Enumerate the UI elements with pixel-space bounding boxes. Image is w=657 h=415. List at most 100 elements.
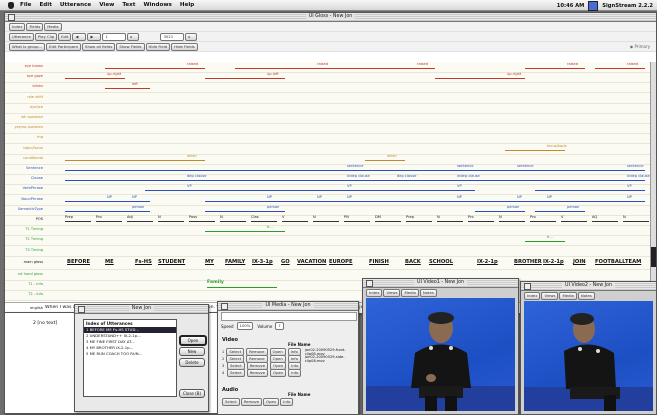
tier-label[interactable]: Sentence — [7, 166, 43, 170]
gloss-word[interactable]: Fs-HS — [135, 259, 152, 265]
pos-tag[interactable]: N — [437, 215, 440, 219]
gloss-window-titlebar[interactable]: UI Gloss - New Jon — [5, 13, 656, 22]
video2-frame[interactable] — [524, 301, 653, 411]
tier-segment-line[interactable] — [65, 200, 125, 202]
tier-label[interactable]: eye brows — [7, 64, 43, 68]
tier-segment-line[interactable] — [205, 200, 285, 202]
gloss-word[interactable]: BROTHER — [514, 259, 542, 265]
tier-label[interactable]: T1 Timing — [7, 227, 43, 231]
app-name[interactable]: SignStream 2.2.2 — [602, 3, 653, 9]
video1-index-button[interactable]: Index — [366, 289, 383, 297]
pos-tag[interactable]: N — [499, 215, 502, 219]
tier-segment-line[interactable] — [565, 200, 645, 202]
gloss-word[interactable]: JOIN — [573, 259, 586, 265]
delete-button[interactable]: Delete — [179, 358, 205, 367]
hide-fields-button[interactable]: Hide Fields — [171, 42, 198, 51]
media-close-box-icon[interactable] — [221, 303, 228, 310]
gloss-word[interactable]: IX-2-1p — [543, 259, 564, 265]
video1-views-button[interactable]: Views — [383, 289, 401, 297]
tier-segment-line[interactable] — [145, 190, 205, 192]
pos-tag[interactable]: V — [561, 215, 563, 219]
video2-media-button[interactable]: Media — [559, 292, 577, 300]
gloss-word[interactable]: TEAM — [625, 259, 641, 265]
tier-label[interactable]: rhq — [7, 135, 43, 139]
frame-field[interactable]: 1 — [102, 32, 127, 41]
video2-index-button[interactable]: Index — [524, 292, 541, 300]
apple-menu-icon[interactable] — [6, 1, 16, 10]
tier-segment-line[interactable] — [365, 159, 405, 161]
pos-tag[interactable]: DM — [375, 215, 381, 219]
video2-notes-button[interactable]: Notes — [577, 292, 595, 300]
pos-tag[interactable]: V — [282, 215, 284, 219]
close-button[interactable]: Close (B) — [179, 389, 205, 398]
tier-label[interactable]: conditional — [7, 156, 43, 160]
speed-field[interactable]: 100% — [236, 322, 254, 330]
tier-segment-line[interactable] — [285, 200, 335, 202]
step-button[interactable]: ▸ — [127, 32, 140, 41]
tier-label[interactable]: NounPhrase — [7, 197, 43, 201]
tier-segment-line[interactable] — [535, 210, 585, 212]
play-clip-button[interactable]: Play Clip — [34, 32, 58, 41]
tier-label[interactable]: wh question — [7, 115, 43, 119]
show-all-fields-button[interactable]: Show all fields — [82, 42, 116, 51]
index-titlebar[interactable]: New Jon — [75, 305, 208, 314]
audio-open-button[interactable]: Open — [263, 398, 280, 406]
pos-tag[interactable]: Pro — [530, 215, 536, 219]
tier-segment-line[interactable] — [475, 210, 525, 212]
menu-text[interactable]: Text — [122, 2, 135, 8]
open-button[interactable]: Open — [179, 335, 207, 346]
video1-notes-button[interactable]: Notes — [419, 289, 437, 297]
volume-field[interactable]: 7 — [275, 322, 284, 330]
tier-segment-line[interactable] — [525, 68, 585, 69]
tier-segment-line[interactable] — [475, 170, 535, 171]
tier-segment-line[interactable] — [475, 200, 535, 202]
tier-label[interactable]: SemanticType — [7, 207, 43, 211]
tier-label[interactable]: blinks — [7, 84, 43, 88]
tier-segment-line[interactable] — [475, 180, 645, 182]
index-button[interactable]: Index — [9, 22, 26, 31]
tier-label[interactable]: POS — [7, 217, 43, 221]
video-row-button[interactable]: Select — [227, 368, 245, 377]
gloss-word[interactable]: ME — [105, 259, 114, 265]
pos-tag[interactable]: Pro — [96, 215, 102, 219]
tier-label[interactable]: role shift — [7, 95, 43, 99]
video1-titlebar[interactable]: UI Video1 - New Jon — [363, 279, 518, 288]
pos-tag[interactable]: Clas — [251, 215, 259, 219]
tier-label[interactable]: T3 Timing — [7, 248, 43, 252]
gloss-word[interactable]: FINISH — [369, 259, 389, 265]
tier-segment-line[interactable] — [535, 190, 645, 192]
video2-close-box-icon[interactable] — [524, 283, 531, 290]
tier-segment-line[interactable] — [205, 180, 365, 182]
tier-segment-line[interactable] — [65, 78, 125, 80]
pos-tag[interactable]: Prep — [406, 215, 414, 219]
step-end-button[interactable]: ▸ — [185, 32, 198, 41]
primary-radio[interactable]: ◉ Primary — [630, 44, 650, 49]
vertical-scrollbar[interactable] — [650, 62, 656, 313]
tier-segment-line[interactable] — [65, 210, 150, 212]
tier-segment-line[interactable] — [505, 149, 565, 151]
tier-label[interactable]: topic/focus — [7, 146, 43, 150]
tier-segment-line[interactable] — [105, 88, 150, 90]
tier-segment-line[interactable] — [535, 200, 565, 202]
new-button[interactable]: New — [179, 347, 205, 356]
pos-tag[interactable]: N — [220, 215, 223, 219]
tier-segment-line[interactable] — [535, 170, 645, 171]
app-icon[interactable] — [588, 1, 599, 11]
video1-close-box-icon[interactable] — [366, 280, 373, 287]
media-button[interactable]: Media — [44, 22, 62, 31]
pos-tag[interactable]: Adj — [127, 215, 133, 219]
gloss-word[interactable]: VACATION — [297, 259, 326, 265]
gloss-word[interactable]: FOOTBALL — [595, 259, 625, 265]
gloss-word[interactable]: EUROPE — [329, 259, 353, 265]
video2-views-button[interactable]: Views — [541, 292, 559, 300]
menu-utterance[interactable]: Utterance — [60, 2, 91, 8]
tier-segment-line[interactable] — [65, 159, 205, 161]
audio-remove-button[interactable]: Remove — [240, 398, 263, 406]
tier-segment-line[interactable] — [435, 78, 525, 80]
video-row-button[interactable]: Remove — [246, 368, 269, 377]
list-item[interactable]: 5 ME RUN COACH TOO RUN... — [84, 351, 176, 357]
fields-button[interactable]: Fields — [26, 22, 44, 31]
video-row-button[interactable]: Info — [288, 368, 302, 377]
gloss-word[interactable]: BACK — [405, 259, 421, 265]
gloss-word[interactable]: IX-2-1p — [477, 259, 498, 265]
